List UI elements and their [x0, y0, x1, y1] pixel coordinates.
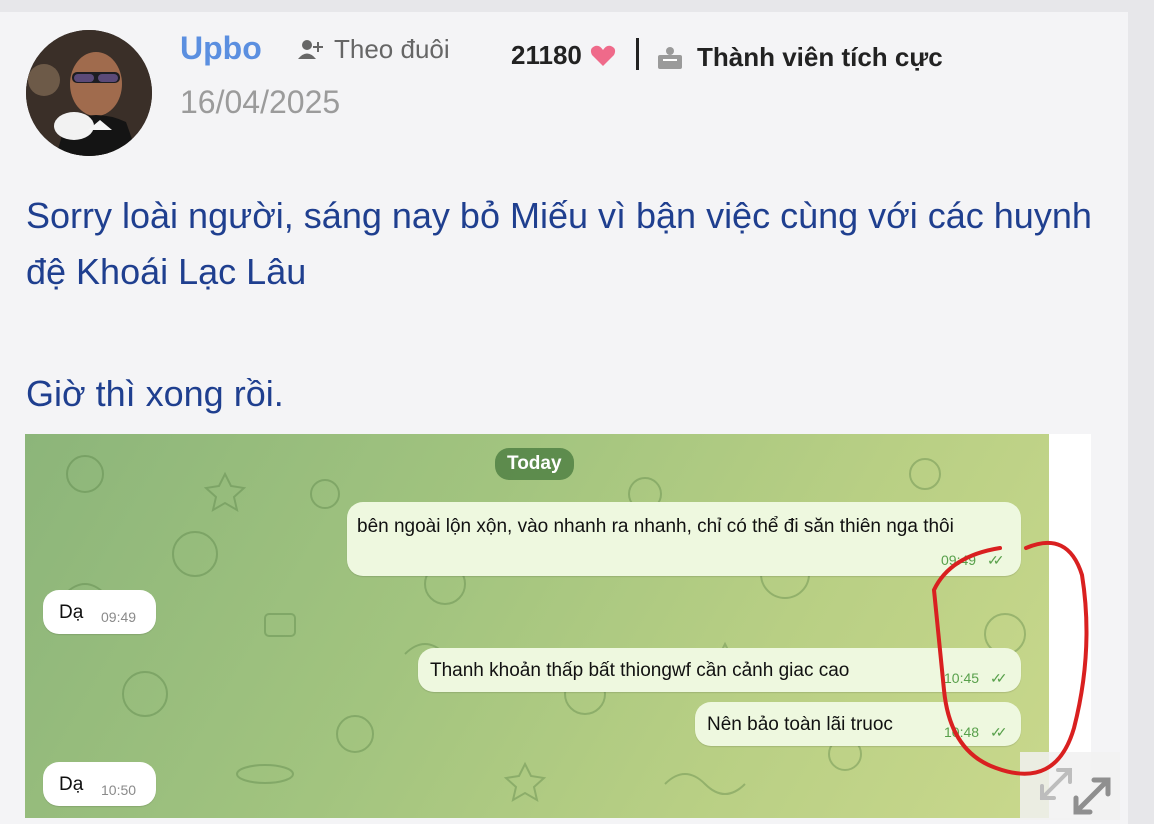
rank-badge: Thành viên tích cực: [657, 42, 943, 73]
message-time: 09:49: [941, 552, 977, 568]
chat-screenshot[interactable]: Today bên ngoài lộn xộn, vào nhanh ra nh…: [25, 434, 1049, 818]
chat-message[interactable]: Dạ 10:50: [43, 762, 156, 806]
message-text: Dạ: [59, 602, 84, 623]
message-time: 10:45: [944, 670, 980, 686]
divider: [636, 38, 639, 70]
likes-value: 21180: [511, 40, 582, 70]
doodle-pattern: [64, 455, 1026, 803]
message-text: Dạ: [59, 774, 84, 795]
follow-label: Theo đuôi: [334, 34, 450, 64]
expand-icon[interactable]: [1020, 752, 1120, 820]
heart-icon: [590, 45, 615, 66]
message-text: Thanh khoản thấp bất thiongwf cần cảnh g…: [430, 660, 850, 681]
badge-icon: [658, 46, 682, 69]
chat-message[interactable]: Nên bảo toàn lãi truoc 10:48 ✓✓: [695, 702, 1021, 746]
date-separator: Today: [495, 448, 574, 480]
chat-message[interactable]: Dạ 09:49: [43, 590, 156, 634]
follow-button[interactable]: Theo đuôi: [298, 34, 450, 65]
chat-message[interactable]: bên ngoài lộn xộn, vào nhanh ra nhanh, c…: [347, 502, 1021, 576]
double-check-icon: ✓✓: [987, 552, 1005, 568]
post-paragraph: Giờ thì xong rồi.: [26, 373, 284, 414]
post-body: Sorry loài người, sáng nay bỏ Miếu vì bậ…: [26, 188, 1106, 422]
add-user-icon: [298, 39, 323, 59]
rank-label: Thành viên tích cực: [697, 42, 943, 72]
message-time: 10:48: [944, 724, 980, 740]
username-link[interactable]: Upbo: [180, 30, 262, 67]
post-date: 16/04/2025: [180, 84, 341, 120]
post-paragraph: Sorry loài người, sáng nay bỏ Miếu vì bậ…: [26, 195, 1092, 292]
message-time: 09:49: [101, 609, 137, 625]
chat-message[interactable]: Thanh khoản thấp bất thiongwf cần cảnh g…: [418, 648, 1021, 692]
message-time: 10:50: [101, 782, 137, 798]
avatar-image: [26, 30, 152, 156]
double-check-icon: ✓✓: [990, 724, 1008, 740]
message-text: Nên bảo toàn lãi truoc: [707, 714, 893, 735]
message-text: bên ngoài lộn xộn, vào nhanh ra nhanh, c…: [357, 516, 954, 537]
likes-count: 21180: [511, 40, 616, 71]
avatar[interactable]: [26, 30, 152, 156]
double-check-icon: ✓✓: [990, 670, 1008, 686]
